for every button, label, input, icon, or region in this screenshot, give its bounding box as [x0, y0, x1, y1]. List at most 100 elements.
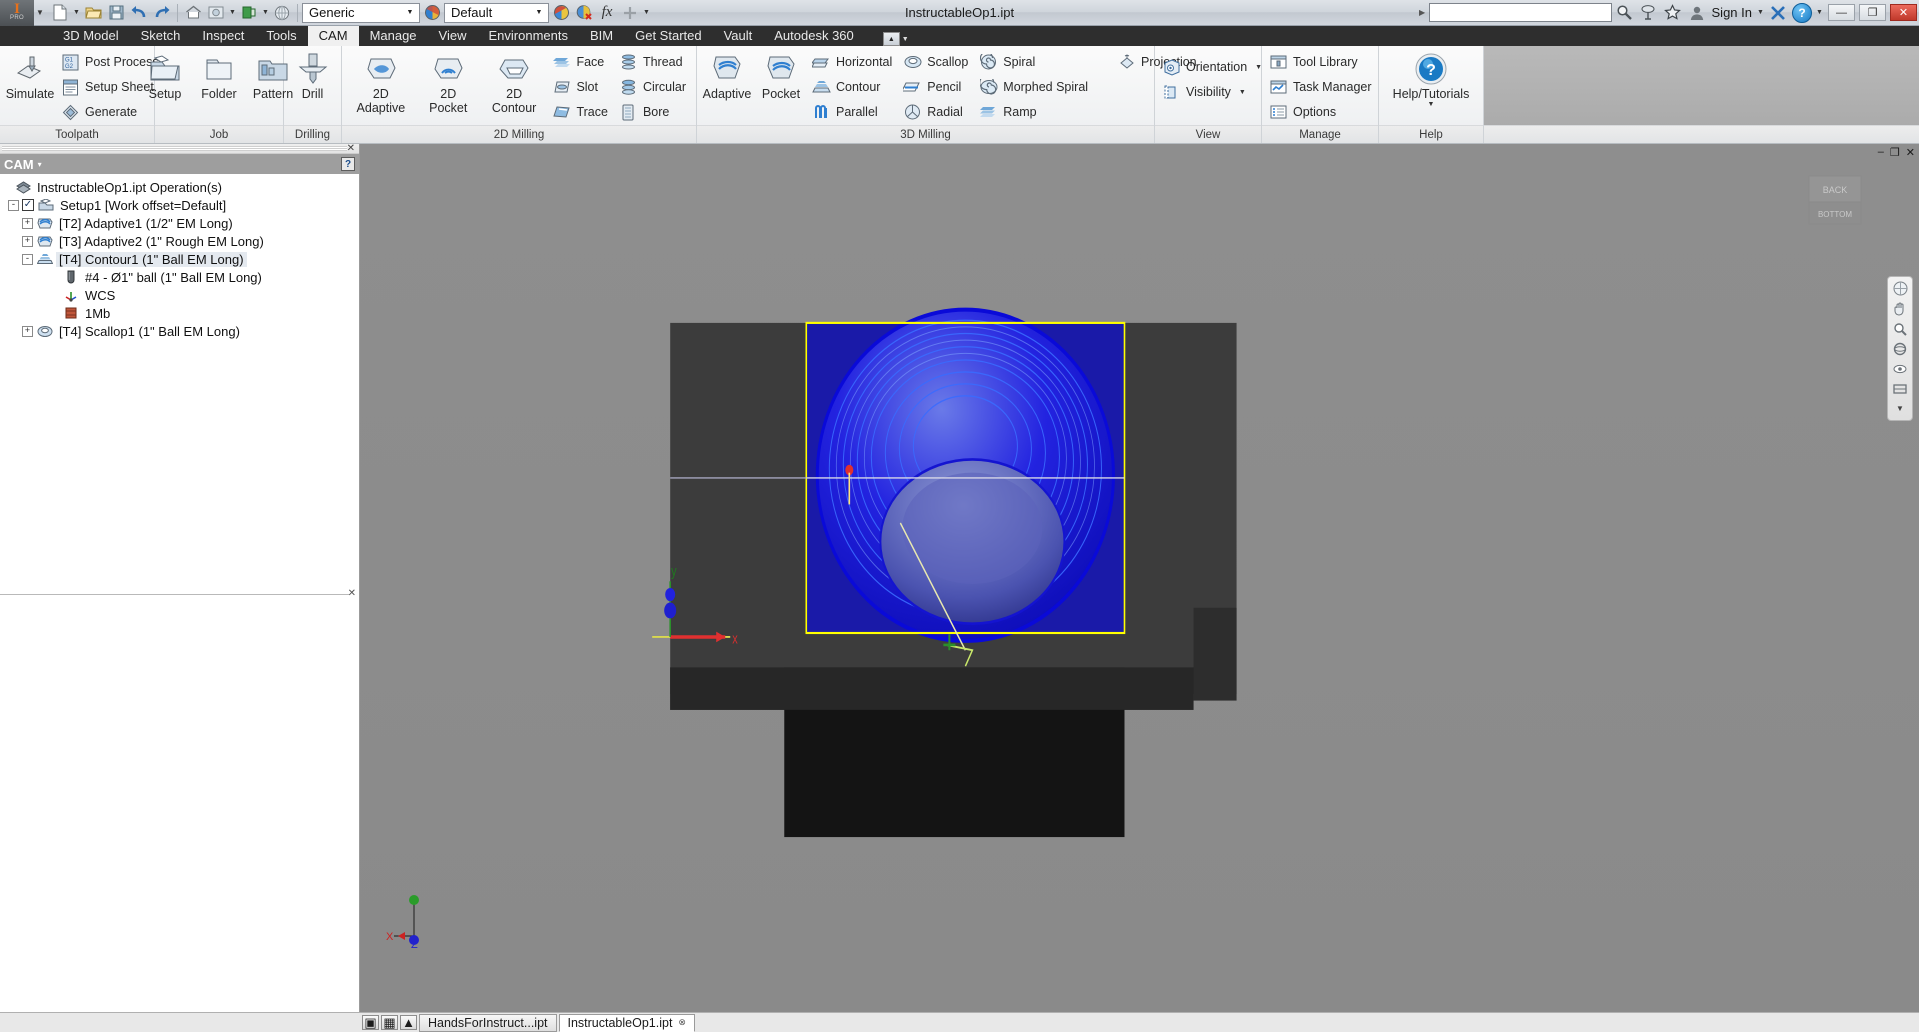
tree-row-adaptive1[interactable]: + [T2] Adaptive1 (1/2" EM Long)	[0, 214, 359, 232]
visibility-caret-icon[interactable]: ▼	[1239, 89, 1246, 96]
tab-view[interactable]: View	[428, 26, 478, 46]
zoom-icon[interactable]	[1890, 320, 1910, 337]
return-caret-icon[interactable]: ▼	[261, 9, 270, 16]
tree-row-contour1[interactable]: - [T4] Contour1 (1" Ball EM Long)	[0, 250, 359, 268]
tree-row-document[interactable]: InstructableOp1.ipt Operation(s)	[0, 178, 359, 196]
document-tab-instructable[interactable]: InstructableOp1.ipt ⊗	[558, 1013, 695, 1032]
ramp-button[interactable]: Ramp	[976, 100, 1094, 124]
help-caret-icon[interactable]: ▼	[1815, 9, 1824, 16]
tree-expander-adaptive1[interactable]: +	[22, 217, 33, 229]
document-tab-close-icon[interactable]: ⊗	[678, 1017, 686, 1028]
2d-adaptive-button[interactable]: 2D Adaptive	[346, 49, 416, 118]
navigation-bar[interactable]: ▼	[1887, 276, 1913, 421]
qat-overflow-caret-icon[interactable]: ▼	[642, 9, 651, 16]
adjust-appearance-icon[interactable]	[550, 2, 572, 24]
ribbon-collapse-button[interactable]: ▲	[882, 32, 900, 46]
tab-manage[interactable]: Manage	[359, 26, 428, 46]
task-manager-button[interactable]: Task Manager	[1266, 75, 1378, 99]
autodesk-exchange-icon[interactable]	[1638, 2, 1660, 24]
help-question-icon[interactable]: ?	[1791, 2, 1813, 24]
tree-expander-setup1[interactable]: -	[8, 199, 19, 211]
scallop-button[interactable]: Scallop	[900, 50, 974, 74]
tree-expander-scallop1[interactable]: +	[22, 325, 33, 337]
drill-button[interactable]: Drill	[287, 49, 339, 104]
browser-splitter[interactable]: ✕	[0, 588, 359, 599]
app-menu-caret-icon[interactable]: ▼	[34, 8, 46, 17]
help-caret-down-icon[interactable]: ▼	[1428, 101, 1435, 108]
appearance-icon[interactable]	[205, 2, 227, 24]
undo-icon[interactable]	[128, 2, 150, 24]
return-icon[interactable]	[238, 2, 260, 24]
pocket-3d-button[interactable]: Pocket	[755, 49, 807, 104]
orbit-icon[interactable]	[1890, 340, 1910, 357]
view-cube[interactable]: BACK BOTTOM	[1801, 172, 1871, 232]
tree-row-setup1[interactable]: - ✓ Setup1 [Work offset=Default]	[0, 196, 359, 214]
tab-autodesk-360[interactable]: Autodesk 360	[763, 26, 865, 46]
save-icon[interactable]	[105, 2, 127, 24]
2d-contour-button[interactable]: 2D Contour	[481, 49, 548, 118]
tab-bim[interactable]: BIM	[579, 26, 624, 46]
search-icon[interactable]	[1614, 2, 1636, 24]
trace-button[interactable]: Trace	[549, 100, 614, 124]
contour-3d-button[interactable]: Contour	[809, 75, 898, 99]
viewport-restore-button[interactable]: ❐	[1890, 146, 1900, 159]
browser-drag-handle[interactable]: ✕	[0, 143, 359, 154]
viewport-minimize-button[interactable]: –	[1878, 146, 1884, 159]
tree-row-stock[interactable]: 1Mb	[0, 304, 359, 322]
tab-inspect[interactable]: Inspect	[191, 26, 255, 46]
tile-view-button[interactable]: ▣	[362, 1015, 379, 1030]
material-sphere-icon[interactable]	[421, 2, 443, 24]
face-button[interactable]: Face	[549, 50, 614, 74]
tab-cam[interactable]: CAM	[307, 26, 359, 46]
window-minimize-button[interactable]: —	[1828, 4, 1855, 21]
help-tutorials-button[interactable]: ? Help/Tutorials ▼	[1388, 49, 1475, 111]
document-tab-hands[interactable]: HandsForInstruct...ipt	[419, 1013, 557, 1032]
options-button[interactable]: Options	[1266, 100, 1378, 124]
orientation-button[interactable]: Orientation ▼	[1159, 55, 1268, 79]
tab-vault[interactable]: Vault	[713, 26, 764, 46]
search-input[interactable]	[1428, 3, 1612, 22]
sphere-render-icon[interactable]	[271, 2, 293, 24]
ribbon-collapse-caret-icon[interactable]: ▼	[902, 36, 909, 43]
search-expand-icon[interactable]: ▶	[1416, 8, 1429, 17]
user-account-icon[interactable]	[1686, 2, 1708, 24]
adaptive-3d-button[interactable]: Adaptive	[701, 49, 753, 104]
browser-help-icon[interactable]: ?	[341, 157, 355, 171]
browser-close-icon[interactable]: ✕	[347, 143, 355, 154]
autodesk-360-icon[interactable]	[1767, 2, 1789, 24]
tree-checkbox-setup1[interactable]: ✓	[22, 199, 34, 211]
radial-button[interactable]: Radial	[900, 100, 974, 124]
tree-row-wcs[interactable]: WCS	[0, 286, 359, 304]
morphed-spiral-button[interactable]: Morphed Spiral	[976, 75, 1094, 99]
fx-icon[interactable]: fx	[596, 2, 618, 24]
cam-operations-tree[interactable]: InstructableOp1.ipt Operation(s) - ✓ Set…	[0, 174, 359, 591]
tab-sketch[interactable]: Sketch	[130, 26, 192, 46]
clear-appearance-icon[interactable]	[573, 2, 595, 24]
browser-secondary-close-icon[interactable]: ✕	[348, 588, 356, 599]
material-combo[interactable]: Generic ▼	[302, 2, 420, 23]
2d-pocket-button[interactable]: 2D Pocket	[418, 49, 479, 118]
folder-button[interactable]: Folder	[193, 49, 245, 104]
navbar-menu-icon[interactable]: ▼	[1890, 400, 1910, 417]
pan-hand-icon[interactable]	[1890, 300, 1910, 317]
app-logo-button[interactable]: I PRO	[0, 0, 34, 26]
horizontal-button[interactable]: Horizontal	[809, 50, 898, 74]
favorites-star-icon[interactable]	[1662, 2, 1684, 24]
visibility-button[interactable]: Visibility ▼	[1159, 80, 1268, 104]
browser-title-caret-icon[interactable]: ▾	[38, 160, 42, 169]
tab-tools[interactable]: Tools	[255, 26, 307, 46]
sign-in-button[interactable]: Sign In	[1710, 5, 1754, 20]
tree-row-adaptive2[interactable]: + [T3] Adaptive2 (1" Rough EM Long)	[0, 232, 359, 250]
open-file-icon[interactable]	[82, 2, 104, 24]
grid-view-button[interactable]: ▦	[381, 1015, 398, 1030]
tree-expander-adaptive2[interactable]: +	[22, 235, 33, 247]
appearance-caret-icon[interactable]: ▼	[228, 9, 237, 16]
tab-get-started[interactable]: Get Started	[624, 26, 712, 46]
spiral-button[interactable]: Spiral	[976, 50, 1094, 74]
tab-3d-model[interactable]: 3D Model	[52, 26, 130, 46]
window-maximize-button[interactable]: ❐	[1859, 4, 1886, 21]
viewport-close-button[interactable]: ✕	[1906, 146, 1915, 159]
model-render[interactable]: y x	[360, 144, 1919, 1012]
tree-row-scallop1[interactable]: + [T4] Scallop1 (1" Ball EM Long)	[0, 322, 359, 340]
new-file-caret-icon[interactable]: ▼	[72, 9, 81, 16]
